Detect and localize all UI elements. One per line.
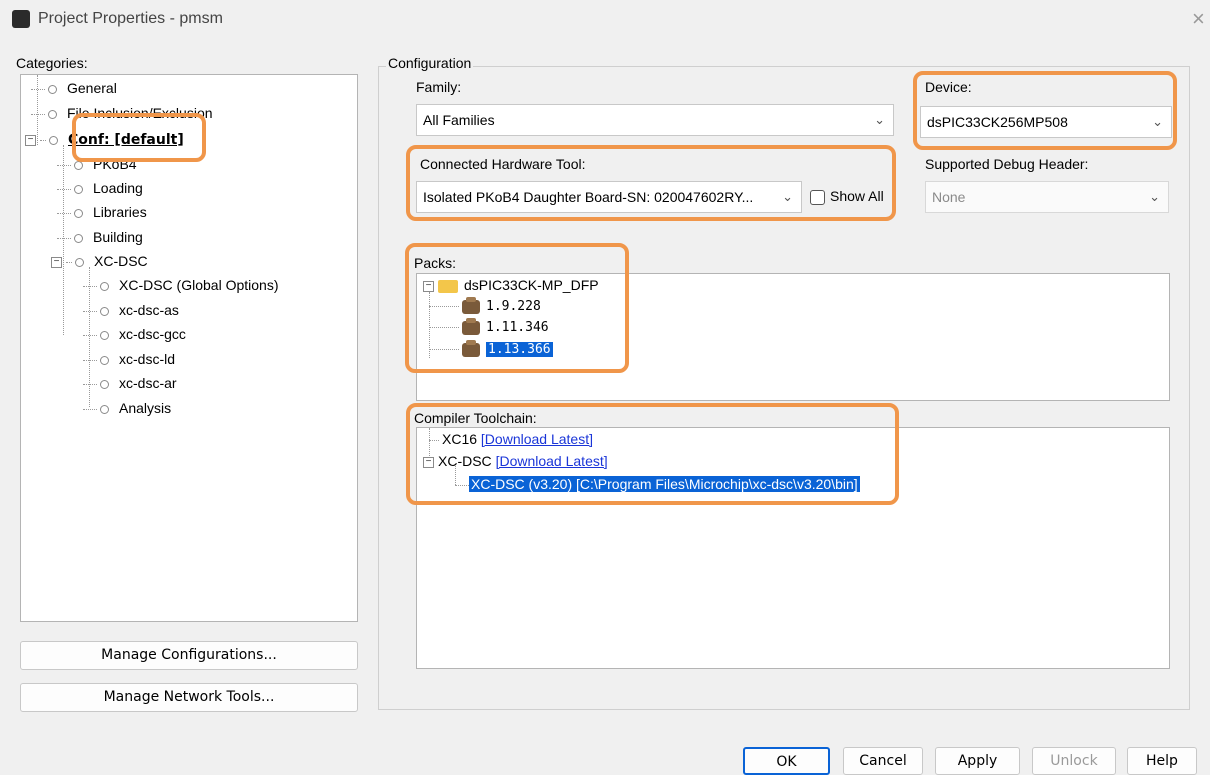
device-select[interactable]: dsPIC33CK256MP508 ⌄	[920, 106, 1172, 138]
help-button[interactable]: Help	[1127, 747, 1197, 775]
pack-root[interactable]: − dsPIC33CK-MP_DFP	[423, 274, 599, 296]
packs-label: Packs:	[414, 255, 457, 271]
chevron-down-icon: ⌄	[782, 189, 793, 204]
category-xc-dsc-gcc[interactable]: xc-dsc-gcc	[83, 323, 186, 345]
category-file-inclusion[interactable]: File Inclusion/Exclusion	[31, 102, 213, 124]
app-icon	[12, 10, 30, 28]
category-libraries[interactable]: Libraries	[57, 201, 147, 223]
cancel-button[interactable]: Cancel	[843, 747, 923, 775]
chevron-down-icon: ⌄	[874, 112, 885, 127]
device-label: Device:	[925, 79, 972, 95]
pack-version-selected[interactable]: 1.13.366	[429, 339, 553, 361]
category-loading[interactable]: Loading	[57, 177, 143, 199]
node-icon	[100, 355, 109, 365]
family-label: Family:	[416, 79, 462, 95]
xc16-download-link[interactable]: [Download Latest]	[481, 431, 593, 447]
package-icon	[462, 339, 480, 357]
packs-tree[interactable]: − dsPIC33CK-MP_DFP 1.9.228 1.11.346 1.13.…	[416, 273, 1170, 401]
node-icon	[74, 233, 83, 243]
category-general[interactable]: General	[31, 77, 117, 99]
debug-header-label: Supported Debug Header:	[925, 156, 1089, 172]
toolchain-xcdsc[interactable]: − XC-DSC [Download Latest]	[423, 450, 608, 472]
manage-configurations-button[interactable]: Manage Configurations...	[20, 641, 358, 670]
xcdsc-download-link[interactable]: [Download Latest]	[496, 453, 608, 469]
toolchain-label: Compiler Toolchain:	[414, 410, 537, 426]
chevron-down-icon: ⌄	[1149, 189, 1160, 204]
category-xc-dsc-as[interactable]: xc-dsc-as	[83, 299, 179, 321]
node-icon	[100, 330, 109, 340]
category-analysis[interactable]: Analysis	[83, 397, 171, 419]
toolchain-tree[interactable]: XC16 [Download Latest] − XC-DSC [Download…	[416, 427, 1170, 669]
debug-header-select[interactable]: None ⌄	[925, 181, 1169, 213]
node-icon	[74, 160, 83, 170]
category-xc-dsc-ar[interactable]: xc-dsc-ar	[83, 372, 177, 394]
checkbox-box[interactable]	[810, 189, 825, 205]
family-select[interactable]: All Families ⌄	[416, 104, 894, 136]
ok-button[interactable]: OK	[743, 747, 830, 775]
node-icon	[48, 109, 57, 119]
node-icon	[100, 404, 109, 414]
node-icon	[74, 208, 83, 218]
package-icon	[462, 317, 480, 335]
node-icon	[75, 257, 84, 267]
node-icon	[48, 84, 57, 94]
configuration-label: Configuration	[386, 55, 474, 71]
categories-label: Categories:	[16, 55, 88, 71]
node-icon	[49, 135, 58, 145]
node-icon	[100, 379, 109, 389]
category-pkob4[interactable]: PKoB4	[57, 153, 137, 175]
pack-version[interactable]: 1.9.228	[429, 296, 541, 318]
node-icon	[100, 281, 109, 291]
node-icon	[74, 184, 83, 194]
toolchain-xcdsc-selected[interactable]: XC-DSC (v3.20) [C:\Program Files\Microch…	[455, 473, 860, 495]
category-xc-dsc[interactable]: − XC-DSC	[51, 250, 148, 272]
apply-button[interactable]: Apply	[935, 747, 1020, 775]
folder-icon	[438, 279, 458, 293]
collapse-icon[interactable]: −	[423, 280, 434, 292]
hardware-tool-label: Connected Hardware Tool:	[420, 156, 586, 172]
category-xc-dsc-global[interactable]: XC-DSC (Global Options)	[83, 274, 279, 296]
collapse-icon[interactable]: −	[423, 456, 434, 468]
toolchain-xc16[interactable]: XC16 [Download Latest]	[429, 428, 593, 450]
show-all-checkbox[interactable]: Show All	[810, 188, 884, 205]
manage-network-tools-button[interactable]: Manage Network Tools...	[20, 683, 358, 712]
hardware-tool-select[interactable]: Isolated PKoB4 Daughter Board-SN: 020047…	[416, 181, 802, 213]
category-xc-dsc-ld[interactable]: xc-dsc-ld	[83, 348, 175, 370]
close-icon[interactable]: ×	[1192, 6, 1205, 32]
category-building[interactable]: Building	[57, 226, 143, 248]
collapse-icon[interactable]: −	[51, 256, 62, 268]
category-conf-default[interactable]: − Conf: [default]	[25, 128, 184, 150]
window-title: Project Properties - pmsm	[38, 10, 223, 27]
node-icon	[100, 306, 109, 316]
unlock-button[interactable]: Unlock	[1032, 747, 1116, 775]
chevron-down-icon: ⌄	[1152, 114, 1163, 129]
package-icon	[462, 296, 480, 314]
pack-version[interactable]: 1.11.346	[429, 317, 549, 339]
collapse-icon[interactable]: −	[25, 134, 36, 146]
categories-tree[interactable]: General File Inclusion/Exclusion − Conf: …	[20, 74, 358, 622]
